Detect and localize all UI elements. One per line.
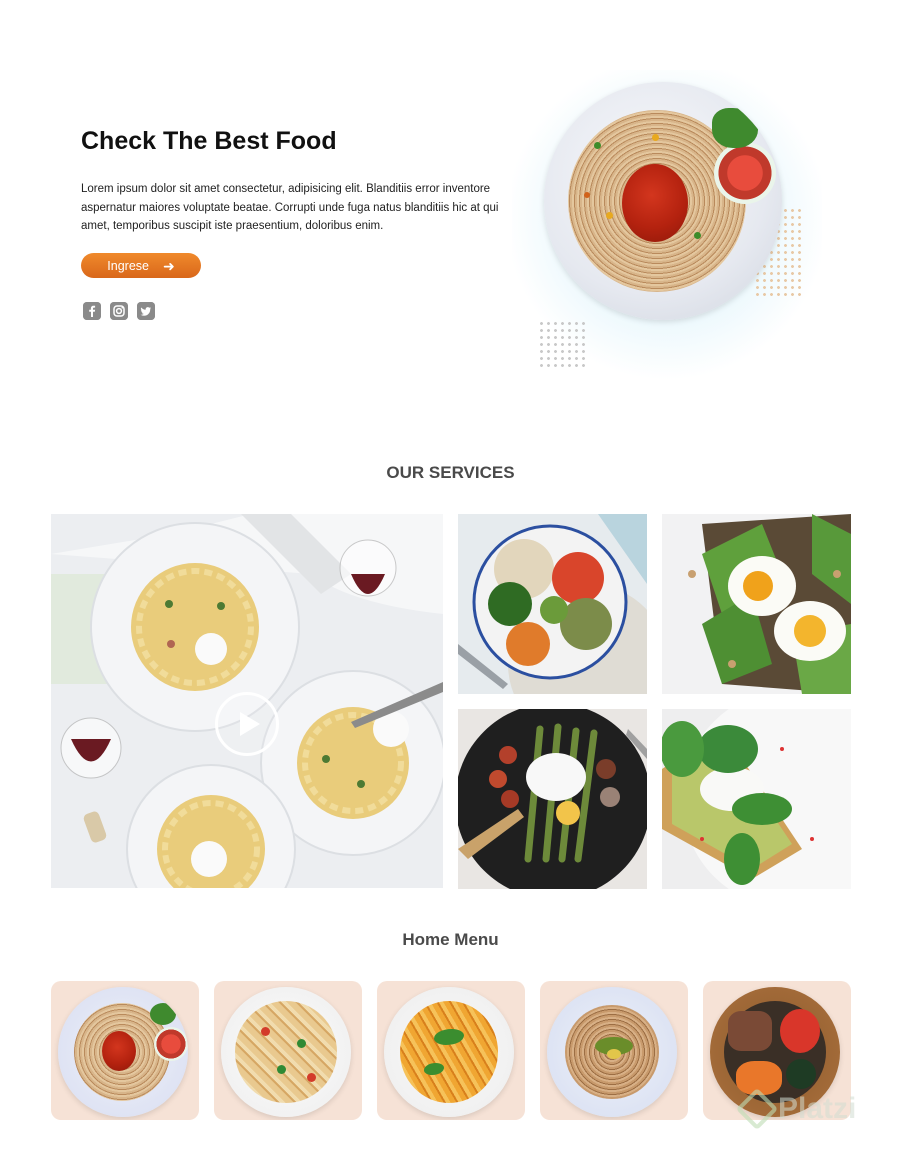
watermark-text: Platzi xyxy=(778,1092,857,1125)
hero-description: Lorem ipsum dolor sit amet consectetur, … xyxy=(81,183,499,232)
penne-salad-plate xyxy=(221,987,351,1117)
noodles-avocado-plate xyxy=(547,987,677,1117)
service-image-asparagus-plate[interactable] xyxy=(458,709,647,889)
instagram-icon[interactable] xyxy=(110,302,128,320)
service-image-avocado-toast[interactable] xyxy=(662,514,851,694)
service-image-egg-toast[interactable] xyxy=(662,709,851,889)
play-icon[interactable] xyxy=(215,692,279,756)
ingrese-button-label: Ingrese xyxy=(107,258,149,273)
social-links xyxy=(83,302,155,320)
services-title: OUR SERVICES xyxy=(386,463,515,482)
platzi-watermark: Platzi xyxy=(735,1087,857,1131)
spaghetti-bolognese-plate xyxy=(58,987,188,1117)
menu-card-noodles[interactable] xyxy=(540,981,688,1120)
menu-card-penne-salad[interactable] xyxy=(214,981,362,1120)
platzi-logo-icon xyxy=(735,1087,779,1131)
ingrese-button[interactable]: Ingrese ➜ xyxy=(81,253,201,278)
menu-card-spaghetti[interactable] xyxy=(51,981,199,1120)
hero-title: Check The Best Food xyxy=(81,127,337,155)
home-menu-title: Home Menu xyxy=(402,930,499,949)
facebook-icon[interactable] xyxy=(83,302,101,320)
twitter-icon[interactable] xyxy=(137,302,155,320)
hero-image xyxy=(512,70,822,380)
dot-pattern xyxy=(538,320,588,370)
fusilli-plate xyxy=(384,987,514,1117)
arrow-right-icon: ➜ xyxy=(162,257,175,274)
menu-card-fusilli[interactable] xyxy=(377,981,525,1120)
service-image-veggie-bowl[interactable] xyxy=(458,514,647,694)
spaghetti-plate xyxy=(544,82,782,320)
